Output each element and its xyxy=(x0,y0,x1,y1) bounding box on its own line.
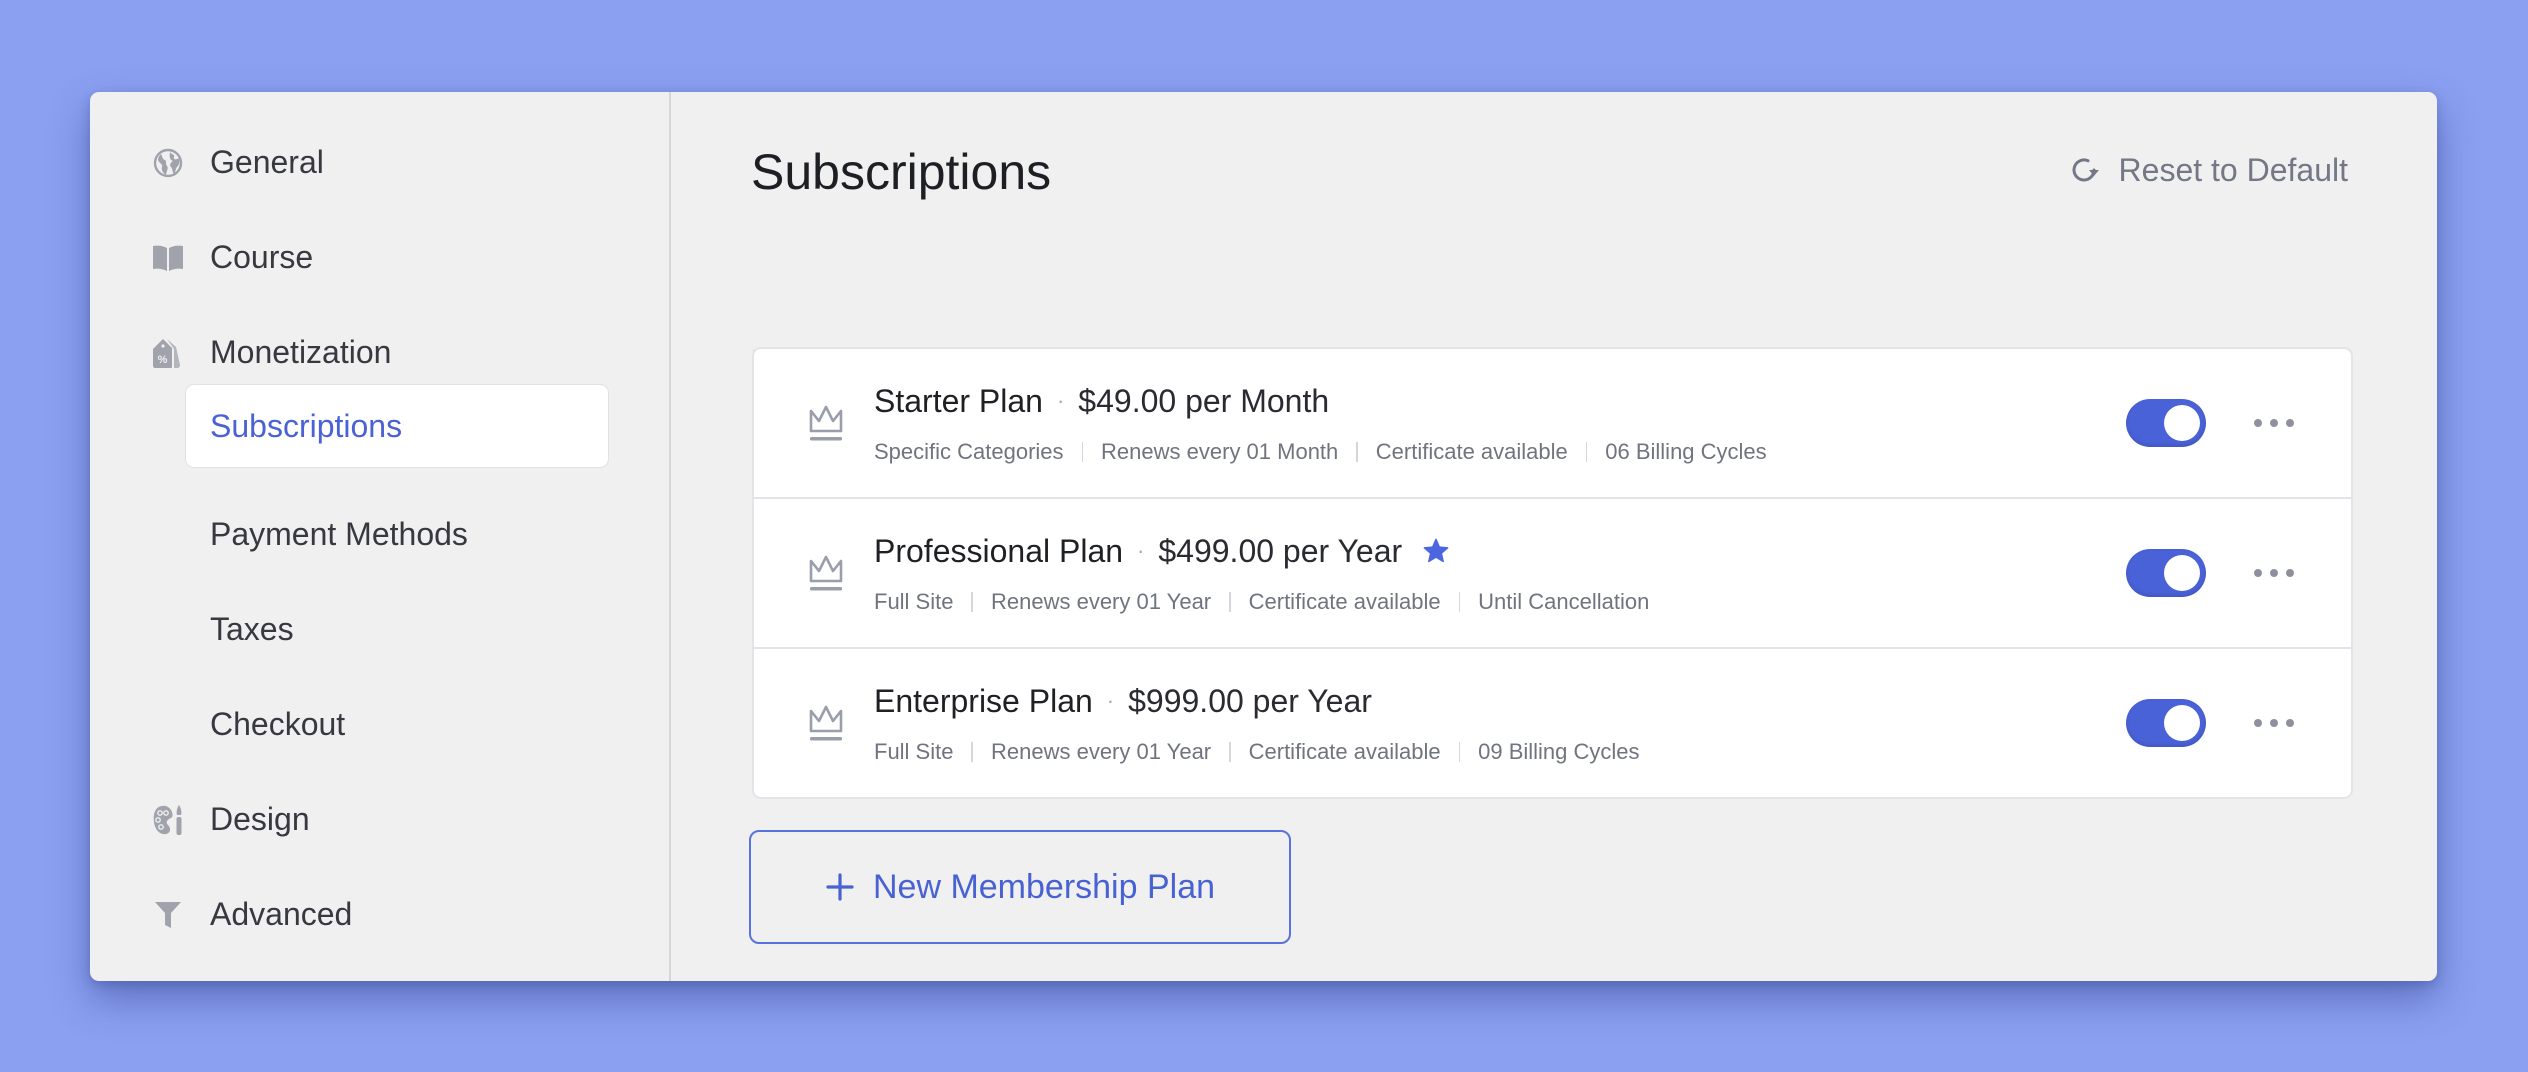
plan-meta: Specific Categories Renews every 01 Mont… xyxy=(874,437,1767,467)
plan-price: $499.00 per Year xyxy=(1158,533,1403,569)
plan-access: Specific Categories xyxy=(874,439,1064,464)
reset-to-default-button[interactable]: Reset to Default xyxy=(2069,140,2348,200)
more-dot xyxy=(2270,719,2278,727)
palette-icon xyxy=(152,804,184,836)
more-dot xyxy=(2254,719,2262,727)
svg-text:%: % xyxy=(158,354,168,366)
plan-enabled-toggle[interactable] xyxy=(2126,699,2206,747)
reset-label: Reset to Default xyxy=(2118,151,2348,188)
sidebar-item-label: Checkout xyxy=(210,706,346,742)
featured-star-icon xyxy=(1422,537,1450,565)
toggle-knob xyxy=(2164,555,2200,591)
crown-icon xyxy=(807,701,845,745)
new-plan-label: New Membership Plan xyxy=(872,867,1216,906)
globe-icon xyxy=(152,147,184,179)
plan-name: Professional Plan xyxy=(874,533,1124,569)
book-icon xyxy=(152,242,184,274)
plan-name: Starter Plan xyxy=(874,383,1043,419)
sidebar-item-label: Monetization xyxy=(210,334,392,370)
divider xyxy=(1458,742,1461,762)
plan-meta: Full Site Renews every 01 Year Certifica… xyxy=(874,587,1649,617)
more-options-button[interactable] xyxy=(2254,709,2294,737)
separator: · xyxy=(1106,688,1115,713)
more-dot xyxy=(2254,569,2262,577)
plan-price: $999.00 per Year xyxy=(1128,683,1372,719)
plan-row-starter: Starter Plan · $49.00 per Month Specific… xyxy=(754,349,2351,499)
more-dot xyxy=(2286,419,2294,427)
plan-certificate: Certificate available xyxy=(1375,439,1568,464)
sidebar-item-monetization[interactable]: % Monetization xyxy=(90,322,630,382)
divider xyxy=(971,742,973,762)
plan-billing-cycles: Until Cancellation xyxy=(1478,589,1650,614)
more-options-button[interactable] xyxy=(2254,409,2294,437)
more-options-button[interactable] xyxy=(2254,559,2294,587)
more-dot xyxy=(2254,419,2262,427)
plan-renewal: Renews every 01 Month xyxy=(1101,439,1339,464)
sidebar-item-design[interactable]: Design xyxy=(90,789,630,849)
divider xyxy=(1458,592,1461,612)
sidebar-item-course[interactable]: Course xyxy=(90,227,630,287)
main-content: Subscriptions Reset to Default Membershi… xyxy=(671,92,2437,981)
sidebar-item-label: Payment Methods xyxy=(210,516,468,552)
more-dot xyxy=(2286,719,2294,727)
sidebar-item-taxes[interactable]: Taxes xyxy=(90,599,630,659)
plan-meta: Full Site Renews every 01 Year Certifica… xyxy=(874,737,1640,767)
sidebar: General Course % Monetization Subscripti… xyxy=(90,92,671,981)
more-dot xyxy=(2286,569,2294,577)
membership-plan-list: Starter Plan · $49.00 per Month Specific… xyxy=(752,347,2353,799)
divider xyxy=(1356,442,1358,462)
sidebar-item-subscriptions[interactable]: Subscriptions xyxy=(185,384,609,468)
sidebar-item-label: Advanced xyxy=(210,896,353,932)
toggle-knob xyxy=(2164,405,2200,441)
plan-enabled-toggle[interactable] xyxy=(2126,399,2206,447)
plan-billing-cycles: 09 Billing Cycles xyxy=(1478,739,1640,764)
sidebar-item-label: General xyxy=(210,144,324,180)
plan-renewal: Renews every 01 Year xyxy=(990,589,1212,614)
more-dot xyxy=(2270,419,2278,427)
toggle-knob xyxy=(2164,705,2200,741)
page-title: Subscriptions xyxy=(751,144,1052,200)
plus-icon xyxy=(825,872,855,902)
divider xyxy=(1229,592,1231,612)
price-tag-percent-icon: % xyxy=(152,337,184,369)
filter-icon xyxy=(152,899,184,931)
plan-access: Full Site xyxy=(874,739,954,764)
sidebar-item-advanced[interactable]: Advanced xyxy=(90,884,630,944)
divider xyxy=(1229,742,1231,762)
sidebar-item-general[interactable]: General xyxy=(90,132,630,192)
plan-row-professional: Professional Plan · $499.00 per Year Ful… xyxy=(754,499,2351,649)
new-membership-plan-button[interactable]: New Membership Plan xyxy=(749,830,1291,944)
sidebar-item-label: Subscriptions xyxy=(210,408,403,444)
separator: · xyxy=(1056,388,1065,413)
settings-window: General Course % Monetization Subscripti… xyxy=(90,92,2437,981)
crown-icon xyxy=(807,551,845,595)
plan-enabled-toggle[interactable] xyxy=(2126,549,2206,597)
separator: · xyxy=(1137,538,1145,563)
plan-billing-cycles: 06 Billing Cycles xyxy=(1605,439,1767,464)
plan-row-enterprise: Enterprise Plan · $999.00 per Year Full … xyxy=(754,649,2351,797)
plan-certificate: Certificate available xyxy=(1248,739,1441,764)
sidebar-item-checkout[interactable]: Checkout xyxy=(90,694,630,754)
more-dot xyxy=(2270,569,2278,577)
divider xyxy=(1081,442,1084,462)
sidebar-item-label: Course xyxy=(210,239,314,275)
refresh-icon xyxy=(2069,154,2101,186)
plan-renewal: Renews every 01 Year xyxy=(990,739,1212,764)
sidebar-item-label: Taxes xyxy=(210,611,294,647)
crown-icon xyxy=(807,401,845,445)
divider xyxy=(1585,442,1588,462)
sidebar-item-label: Design xyxy=(210,801,310,837)
plan-price: $49.00 per Month xyxy=(1078,383,1330,419)
plan-access: Full Site xyxy=(874,589,954,614)
sidebar-item-payment-methods[interactable]: Payment Methods xyxy=(90,504,630,564)
plan-name: Enterprise Plan xyxy=(874,683,1093,719)
divider xyxy=(971,592,973,612)
plan-certificate: Certificate available xyxy=(1248,589,1441,614)
